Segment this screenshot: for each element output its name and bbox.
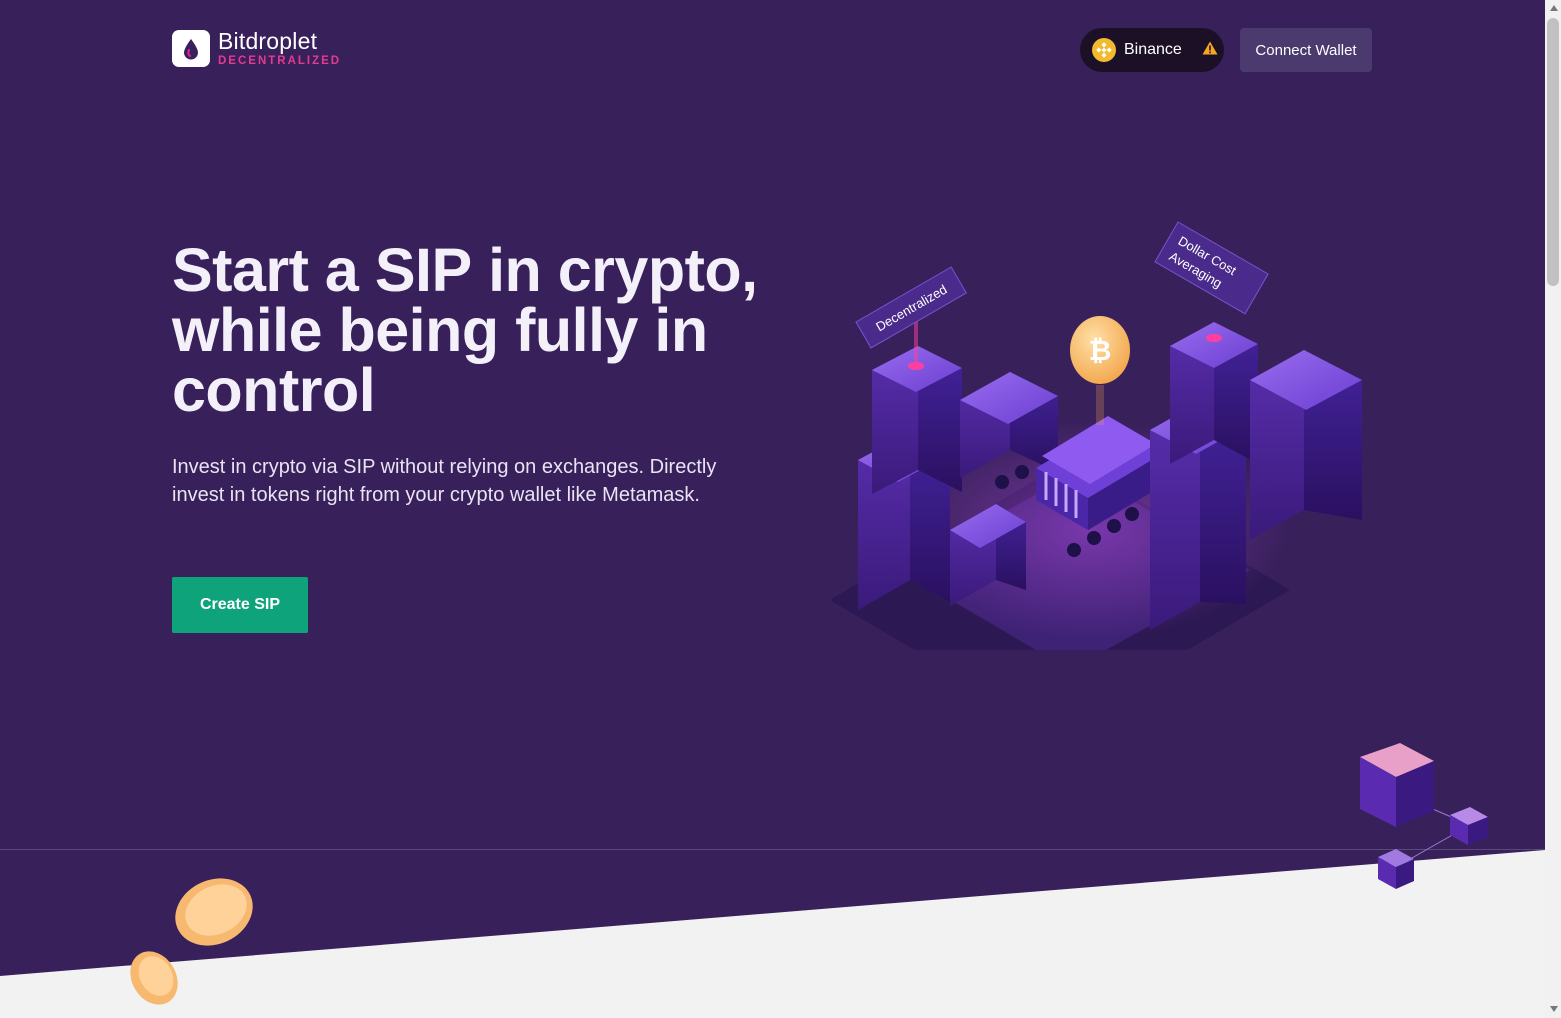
hero-subtext: Invest in crypto via SIP without relying… [172,456,717,506]
binance-coin-icon [1092,38,1116,62]
scroll-down-arrow-icon[interactable] [1549,1005,1559,1013]
sign-decentralized: Decentralized [855,266,967,349]
bitcoin-coin-icon: ₿ [1089,335,1112,366]
connect-wallet-button[interactable]: Connect Wallet [1240,28,1372,72]
landing-page: Bitdroplet DECENTRALIZED Binance Connect… [0,0,1545,1018]
floating-cubes-decoration [1360,743,1488,889]
hero-headline: Start a SIP in crypto, while being fully… [172,240,792,421]
scrollbar-thumb[interactable] [1547,18,1559,286]
brand-name: Bitdroplet [218,28,318,54]
headline-highlight: SIP [374,240,472,301]
brand-logo[interactable]: Bitdroplet DECENTRALIZED [172,30,341,68]
brand-tagline: DECENTRALIZED [218,55,342,67]
headline-highlight-text: SIP [374,236,472,304]
create-sip-button[interactable]: Create SIP [172,577,308,633]
headline-pre: Start a [172,236,375,304]
floating-coins-decoration [130,878,253,1005]
sign-dollar-cost-averaging: Dollar Cost Averaging [1154,221,1269,315]
network-label: Binance [1124,41,1182,58]
network-selector[interactable]: Binance [1080,28,1224,72]
droplet-logo-icon [172,30,210,68]
isometric-city-illustration: ₿ Decentralized Dollar Cost Averaging [830,221,1362,650]
scroll-up-arrow-icon[interactable] [1549,4,1559,12]
warning-icon [1202,41,1218,60]
